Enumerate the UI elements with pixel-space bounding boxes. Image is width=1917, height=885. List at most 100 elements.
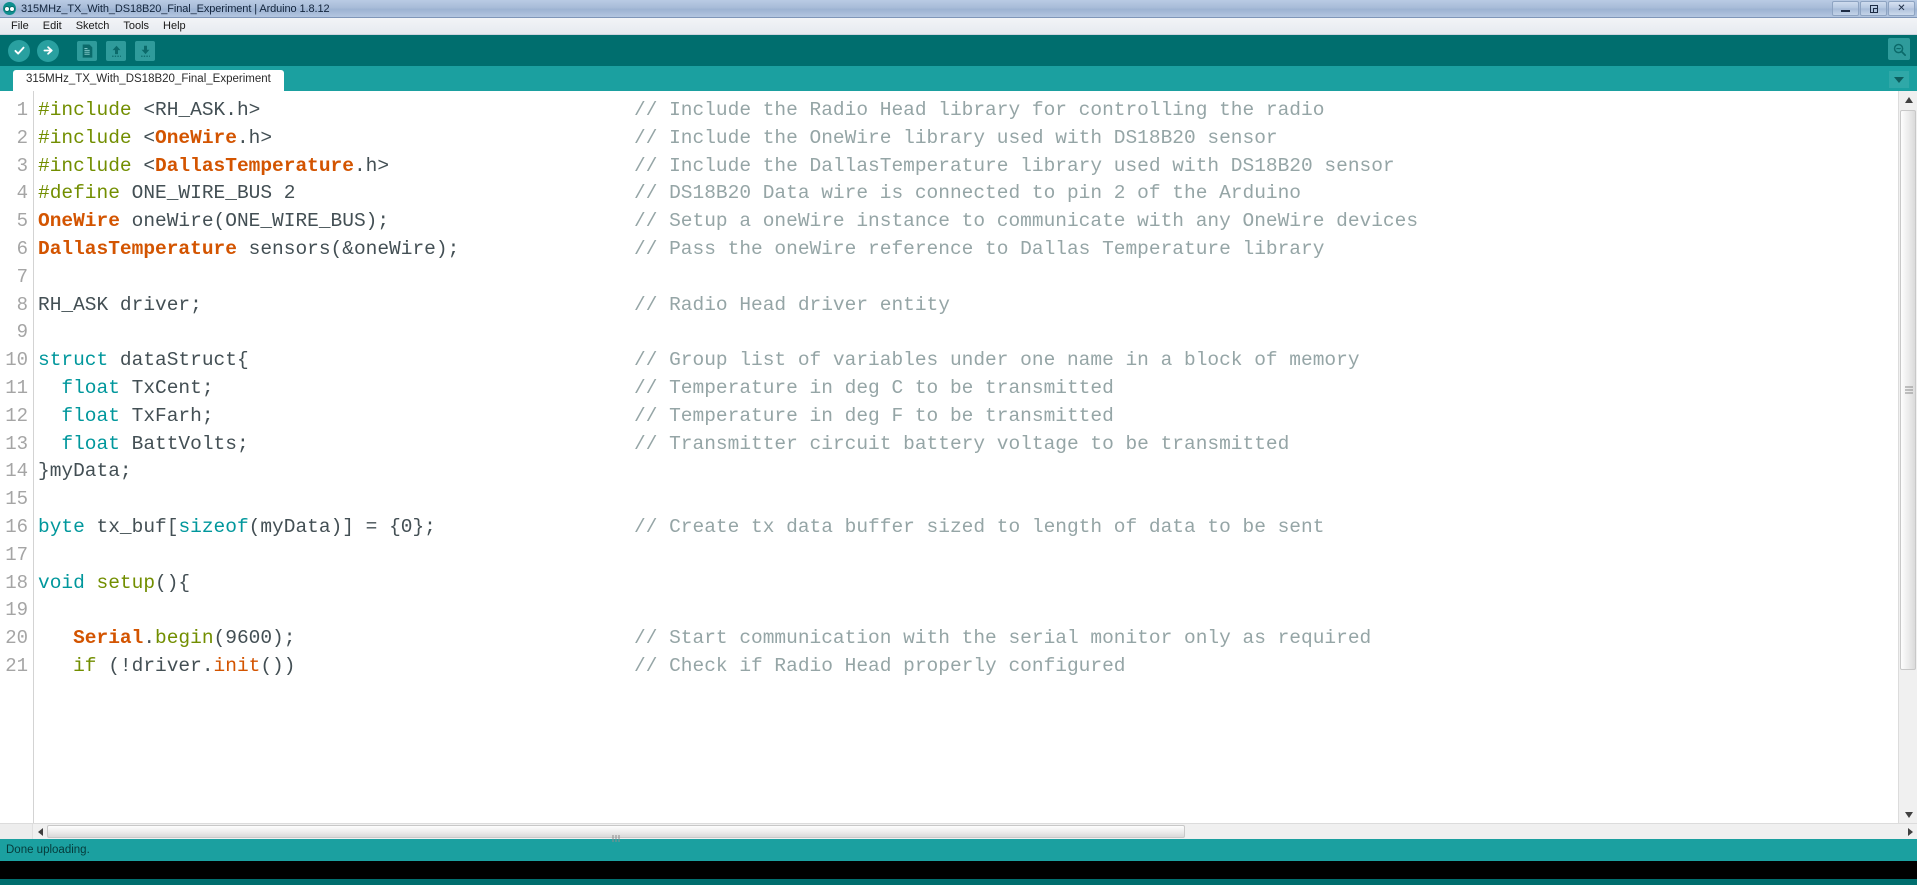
code-source: void setup(){ xyxy=(38,570,634,598)
menu-item-edit[interactable]: Edit xyxy=(36,19,69,33)
open-icon-bg xyxy=(106,40,126,61)
code-comment: // DS18B20 Data wire is connected to pin… xyxy=(634,182,1302,205)
status-message: Done uploading. xyxy=(6,844,90,856)
menu-item-sketch[interactable]: Sketch xyxy=(69,19,117,33)
tab-active-sketch[interactable]: 315MHz_TX_With_DS18B20_Final_Experiment xyxy=(13,70,284,91)
vertical-scrollbar-thumb[interactable] xyxy=(1900,110,1916,670)
code-source: }myData; xyxy=(38,458,634,486)
code-token: float xyxy=(61,376,120,399)
code-line: 2 #include <OneWire.h>// Include the OneW… xyxy=(0,125,1898,153)
verify-button[interactable] xyxy=(5,38,33,64)
scroll-left-button[interactable] xyxy=(33,825,47,839)
editor-area: 1 #include <RH_ASK.h>// Include the Radio… xyxy=(0,91,1917,823)
code-token: OneWire xyxy=(38,210,120,233)
tab-menu-button[interactable] xyxy=(1889,71,1909,88)
scrollbar-grip-icon-h xyxy=(612,829,621,847)
line-number: 7 xyxy=(16,265,28,288)
menu-item-tools[interactable]: Tools xyxy=(116,19,156,33)
code-token: tx_buf[ xyxy=(84,515,179,538)
code-token: BattVolts; xyxy=(119,432,249,455)
code-line: 16 byte tx_buf[sizeof(myData)] = {0};// C… xyxy=(0,514,1898,542)
new-button[interactable] xyxy=(73,38,101,64)
code-token: (9600); xyxy=(213,627,296,650)
menu-item-file[interactable]: File xyxy=(4,19,36,33)
line-number: 8 xyxy=(16,293,28,316)
line-number: 18 xyxy=(5,571,28,594)
scroll-up-button[interactable] xyxy=(1899,91,1917,108)
code-line: 5 OneWire oneWire(ONE_WIRE_BUS);// Setup … xyxy=(0,208,1898,236)
down-arrow-icon xyxy=(140,45,150,57)
window-title: 315MHz_TX_With_DS18B20_Final_Experiment … xyxy=(21,2,330,15)
code-token: TxFarh; xyxy=(119,404,214,427)
code-token: struct xyxy=(38,349,109,372)
status-bar: Done uploading. xyxy=(0,839,1917,861)
code-token: sizeof xyxy=(178,515,249,538)
code-token: #include xyxy=(38,126,144,149)
code-comment: // Check if Radio Head properly configur… xyxy=(634,654,1126,677)
code-source: #include <DallasTemperature.h> xyxy=(38,153,634,181)
code-line: 20 Serial.begin(9600);// Start communica… xyxy=(0,625,1898,653)
restore-button[interactable] xyxy=(1860,1,1887,16)
line-number: 1 xyxy=(16,99,28,121)
code-token: < xyxy=(143,154,156,177)
code-comment: // Pass the oneWire reference to Dallas … xyxy=(634,237,1325,260)
code-token: #include xyxy=(38,154,144,177)
open-button[interactable] xyxy=(102,38,130,64)
triangle-left-icon xyxy=(37,827,43,836)
code-token: RH_ASK xyxy=(155,99,226,121)
serial-monitor-button[interactable] xyxy=(1888,38,1910,60)
window-controls: ✕ xyxy=(1832,1,1915,16)
code-comment: // Include the DallasTemperature library… xyxy=(634,154,1395,177)
code-token: void xyxy=(38,571,85,594)
tab-strip: 315MHz_TX_With_DS18B20_Final_Experiment xyxy=(0,66,1917,91)
horizontal-scrollbar-thumb[interactable] xyxy=(47,824,1185,842)
code-source xyxy=(38,597,634,625)
vertical-scrollbar[interactable] xyxy=(1898,91,1917,823)
code-source: float BattVolts; xyxy=(38,431,634,459)
code-source: #define ONE_WIRE_BUS 2 xyxy=(38,180,634,208)
code-token: Serial xyxy=(73,627,144,650)
triangle-down-icon xyxy=(1904,811,1913,818)
scroll-right-button[interactable] xyxy=(1903,825,1917,839)
code-token: float xyxy=(61,404,120,427)
scroll-down-button[interactable] xyxy=(1899,806,1917,823)
code-token: .h> xyxy=(353,154,390,177)
line-number: 3 xyxy=(16,154,28,177)
code-source: if (!driver.init()) xyxy=(38,653,634,681)
new-file-icon xyxy=(82,43,92,58)
gutter-divider xyxy=(33,91,34,823)
code-token: if xyxy=(73,654,97,677)
code-source: DallasTemperature sensors(&oneWire); xyxy=(38,236,634,264)
horizontal-scrollbar[interactable] xyxy=(0,823,1917,842)
save-button[interactable] xyxy=(131,38,159,64)
code-line: 14}myData; xyxy=(0,458,1898,486)
code-source xyxy=(38,319,634,347)
code-editor[interactable]: 1 #include <RH_ASK.h>// Include the Radio… xyxy=(0,91,1898,823)
checkmark-icon xyxy=(14,46,24,55)
code-line: 19 xyxy=(0,597,1898,625)
line-number: 12 xyxy=(5,404,28,427)
menu-bar: File Edit Sketch Tools Help xyxy=(0,18,1917,35)
code-token: < xyxy=(143,126,156,149)
upload-button[interactable] xyxy=(34,38,62,64)
horizontal-scroll-track[interactable] xyxy=(47,824,1903,842)
code-source: Serial.begin(9600); xyxy=(38,625,634,653)
code-source: OneWire oneWire(ONE_WIRE_BUS); xyxy=(38,208,634,236)
close-button[interactable]: ✕ xyxy=(1888,1,1915,16)
line-number: 2 xyxy=(16,126,28,149)
code-token: sensors(&oneWire); xyxy=(236,237,460,260)
line-number: 20 xyxy=(5,627,28,650)
code-line: 3 #include <DallasTemperature.h>// Includ… xyxy=(0,153,1898,181)
code-source: byte tx_buf[sizeof(myData)] = {0}; xyxy=(38,514,634,542)
menu-item-help[interactable]: Help xyxy=(156,19,193,33)
line-number: 19 xyxy=(5,599,28,622)
minimize-button[interactable] xyxy=(1832,1,1859,16)
code-line: 7 xyxy=(0,264,1898,292)
arduino-logo-icon xyxy=(3,2,16,15)
code-comment: // Temperature in deg F to be transmitte… xyxy=(634,404,1114,427)
code-token: (!driver. xyxy=(96,654,214,677)
